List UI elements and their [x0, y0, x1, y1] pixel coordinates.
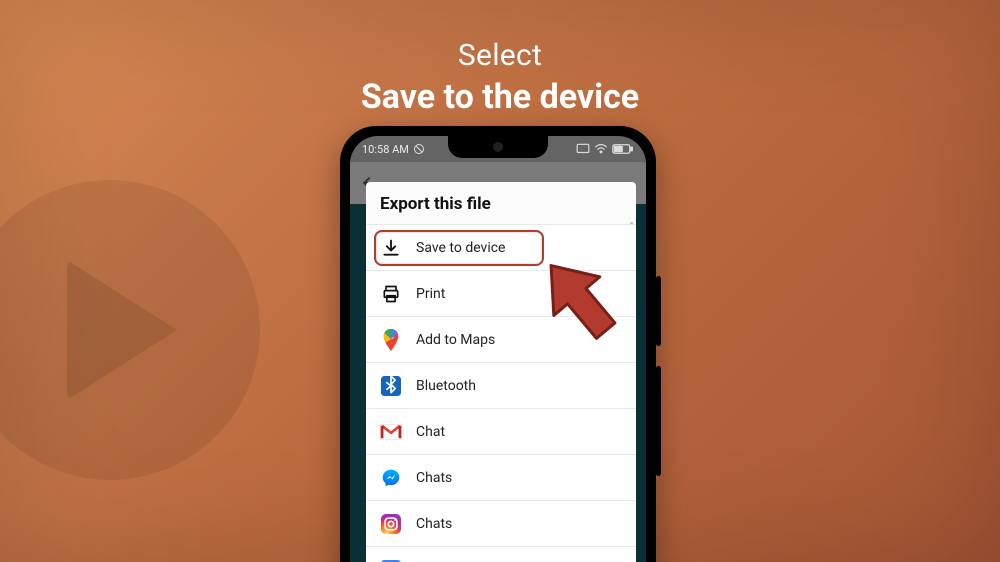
row-label: Bluetooth: [416, 378, 622, 394]
maps-icon: [380, 329, 402, 351]
row-convert-to-doc[interactable]: Convert to DOC: [366, 546, 636, 562]
row-add-to-maps[interactable]: Add to Maps: [366, 316, 636, 362]
row-label: Chats: [416, 516, 622, 532]
export-list: Save to device Print Add to Maps: [366, 224, 636, 562]
phone-frame: 10:58 AM Export this file: [340, 126, 656, 562]
export-sheet: Export this file Save to device Print: [366, 182, 636, 562]
battery-icon: [612, 143, 634, 155]
row-chat-gmail[interactable]: Chat: [366, 408, 636, 454]
messenger-icon: [380, 467, 402, 489]
row-label: Print: [416, 286, 622, 302]
row-print[interactable]: Print: [366, 270, 636, 316]
row-save-to-device[interactable]: Save to device: [366, 224, 636, 270]
wifi-icon: [594, 143, 608, 155]
cast-icon: [576, 143, 590, 155]
print-icon: [380, 283, 402, 305]
row-chats-instagram[interactable]: Chats: [366, 500, 636, 546]
instagram-icon: [380, 513, 402, 535]
phone-screen: 10:58 AM Export this file: [350, 136, 646, 562]
dnd-icon: [413, 143, 425, 155]
row-label: Chats: [416, 470, 622, 486]
row-label: Chat: [416, 424, 622, 440]
download-icon: [380, 237, 402, 259]
instruction: Select Save to the device: [0, 38, 1000, 117]
bluetooth-icon: [380, 375, 402, 397]
row-bluetooth[interactable]: Bluetooth: [366, 362, 636, 408]
instruction-line-2: Save to the device: [0, 77, 1000, 117]
convert-doc-icon: [380, 559, 402, 562]
play-triangle: [67, 260, 177, 400]
status-bar: 10:58 AM: [350, 136, 646, 162]
sheet-title: Export this file: [366, 182, 636, 224]
row-label: Add to Maps: [416, 332, 622, 348]
instruction-line-1: Select: [0, 38, 1000, 73]
status-time: 10:58 AM: [362, 143, 409, 156]
gmail-icon: [380, 421, 402, 443]
row-label: Save to device: [416, 240, 622, 256]
stage: Select Save to the device 10:58 AM: [0, 0, 1000, 562]
row-chats-messenger[interactable]: Chats: [366, 454, 636, 500]
